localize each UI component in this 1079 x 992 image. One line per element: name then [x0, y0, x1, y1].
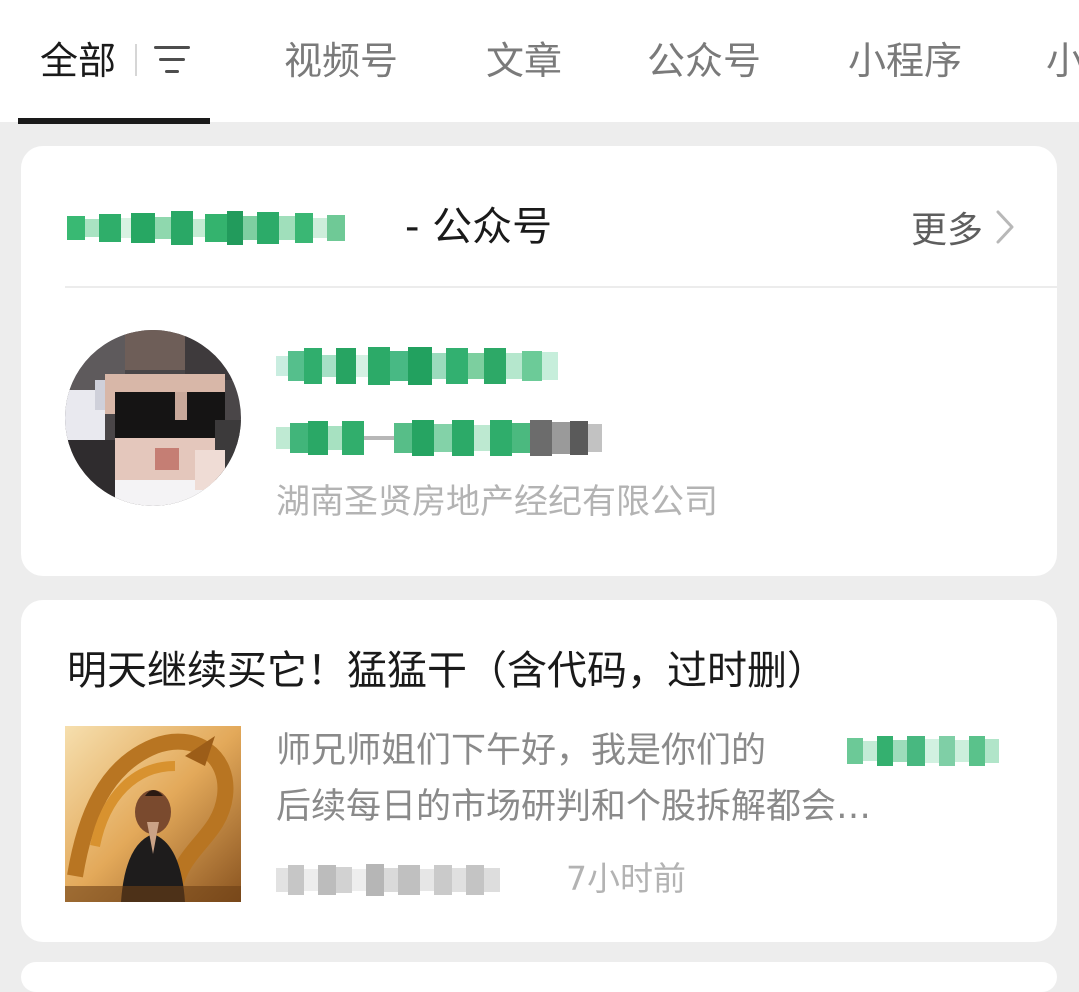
account-section-header[interactable]: - 公众号 更多	[21, 146, 1057, 286]
article-summary-line2: 后续每日的市场研判和个股拆解都会…	[276, 787, 872, 827]
article-result-card[interactable]: 明天继续买它！猛猛干（含代码，过时删） 师兄师姐们下午好，我是你们的 后续每日的…	[21, 600, 1057, 942]
divider	[65, 286, 1057, 288]
next-result-card-peek	[21, 962, 1057, 992]
article-summary-line1: 师兄师姐们下午好，我是你们的	[276, 731, 767, 771]
more-label: 更多	[910, 210, 983, 251]
tab-video[interactable]: 视频号	[284, 36, 398, 86]
search-tab-bar: 全部 视频号 文章 公众号 小程序 小	[0, 0, 1079, 124]
tab-article[interactable]: 文章	[486, 36, 562, 86]
account-company: 湖南圣贤房地产经纪有限公司	[276, 482, 718, 522]
article-source-censored	[276, 862, 500, 898]
article-title[interactable]: 明天继续买它！猛猛干（含代码，过时删）	[67, 644, 827, 698]
more-accounts-button[interactable]: 更多	[910, 204, 1015, 251]
account-type-label: - 公众号	[405, 204, 553, 250]
article-thumbnail[interactable]	[65, 726, 241, 902]
filter-icon[interactable]	[152, 42, 192, 78]
article-timestamp: 7小时前	[566, 859, 686, 898]
account-intro-censored	[276, 418, 602, 458]
active-tab-indicator	[18, 118, 210, 124]
chevron-right-icon	[996, 210, 1014, 244]
tab-mini-program[interactable]: 小程序	[848, 36, 962, 86]
tab-more-cut[interactable]: 小	[1046, 36, 1079, 86]
tab-divider	[135, 44, 137, 76]
account-name-censored	[67, 208, 345, 248]
official-account-card: - 公众号 更多 湖南圣贤房地产经纪有限公司	[21, 146, 1057, 576]
account-avatar[interactable]	[65, 330, 241, 506]
account-nickname-censored	[276, 346, 558, 386]
tab-all[interactable]: 全部	[40, 36, 116, 86]
article-author-alias-censored	[847, 731, 999, 771]
tab-official-account[interactable]: 公众号	[647, 36, 761, 86]
